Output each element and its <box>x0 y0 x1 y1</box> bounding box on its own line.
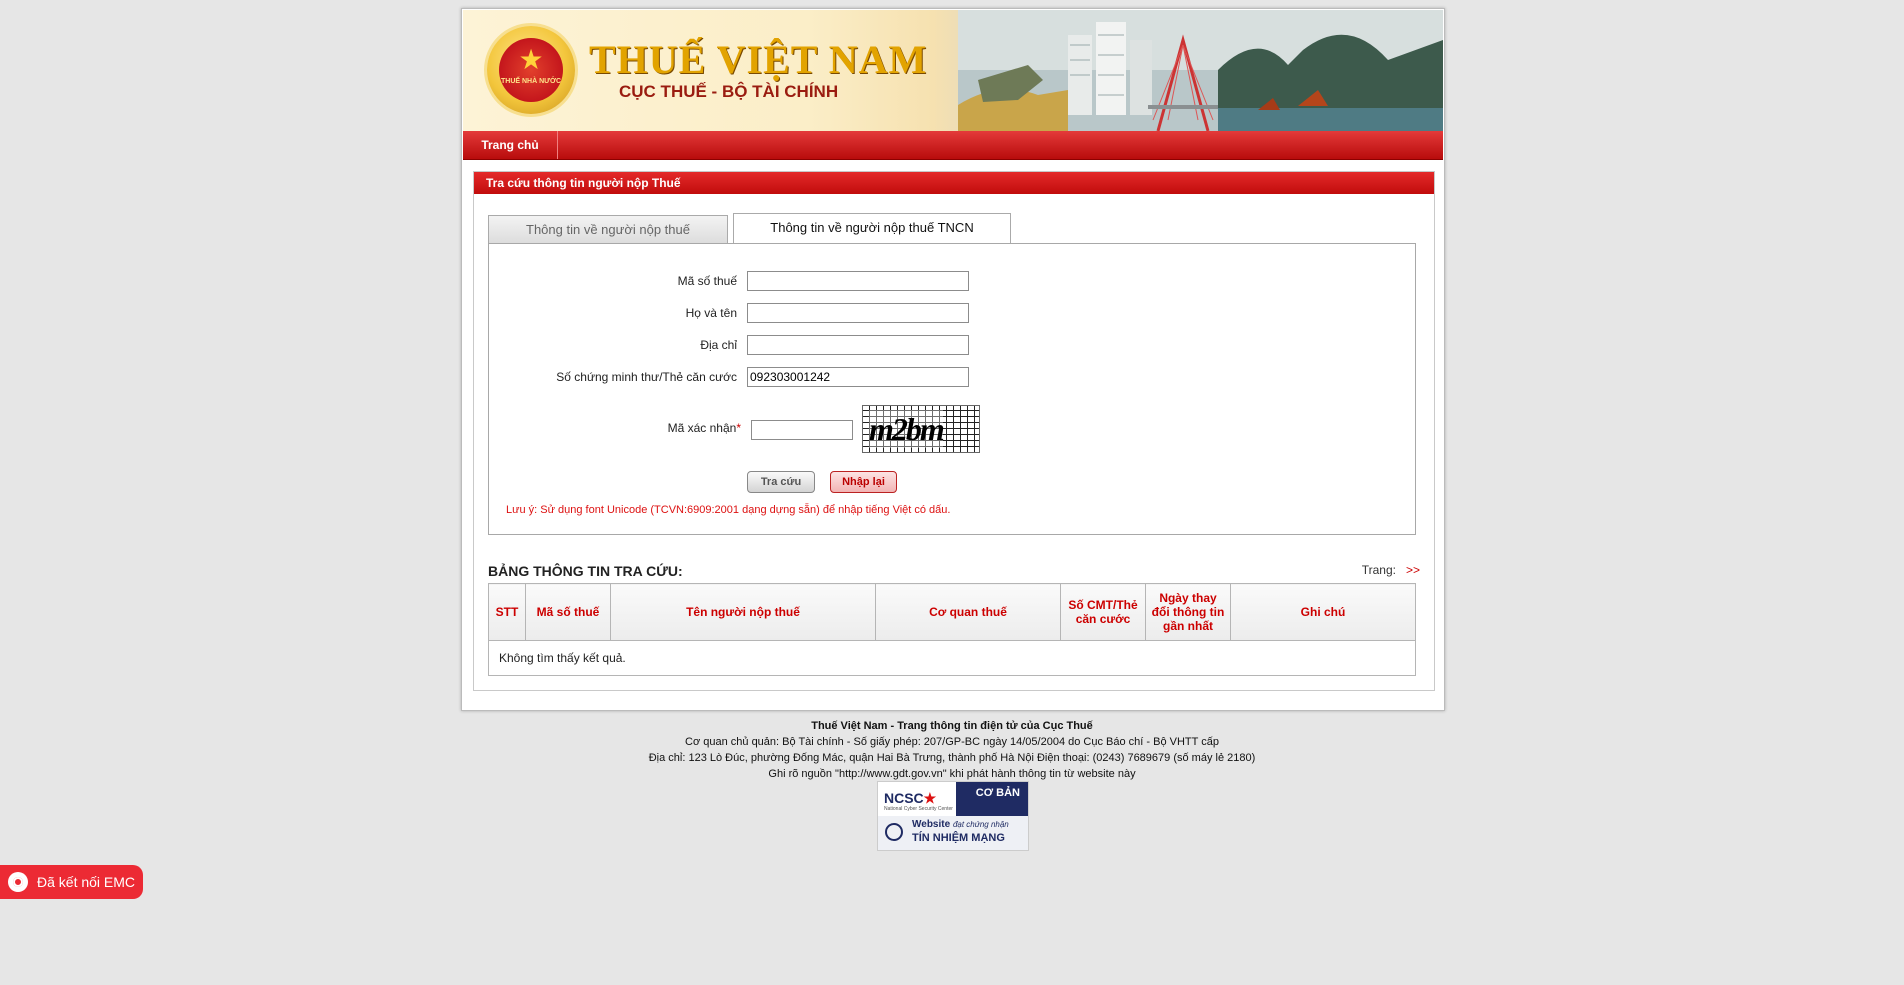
emc-label: Đã kết nối EMC <box>37 874 136 890</box>
ncsc-trust-badge[interactable]: NCSC★ National Cyber Security Center CƠ … <box>877 781 1029 851</box>
site-subtitle: CỤC THUẾ - BỘ TÀI CHÍNH <box>619 82 839 101</box>
col-notes: Ghi chú <box>1230 583 1416 641</box>
lookup-panel: Tra cứu thông tin người nộp Thuế Thông t… <box>473 171 1435 691</box>
footer-source-note: Ghi rõ nguồn "http://www.gdt.gov.vn" khi… <box>768 768 1136 780</box>
tax-code-input[interactable] <box>747 271 969 291</box>
footer: Thuế Việt Nam - Trang thông tin điện tử … <box>461 718 1443 782</box>
col-stt: STT <box>488 583 526 641</box>
ncsc-line1: Website đạt chứng nhận <box>912 819 1009 830</box>
captcha-input[interactable] <box>751 420 853 440</box>
ncsc-line2: TÍN NHIỆM MẠNG <box>912 832 1005 844</box>
ncsc-tagline: National Cyber Security Center <box>884 806 953 812</box>
ncsc-logo: NCSC★ <box>884 790 937 806</box>
page-label: Trang: <box>1361 563 1396 577</box>
address-label: Địa chỉ <box>700 338 737 352</box>
empty-result-message: Không tìm thấy kết quả. <box>488 640 1416 676</box>
site-title: THUẾ VIỆT NAM <box>589 37 928 82</box>
col-tax-office: Cơ quan thuế <box>875 583 1061 641</box>
full-name-input[interactable] <box>747 303 969 323</box>
captcha-image: m2bm <box>862 405 980 453</box>
table-row: Không tìm thấy kết quả. <box>488 640 1416 676</box>
emc-status-button[interactable]: Đã kết nối EMC <box>0 865 143 899</box>
nav-home-link[interactable]: Trang chủ <box>463 131 558 159</box>
star-icon: ★ <box>923 790 937 806</box>
address-input[interactable] <box>747 335 969 355</box>
next-page-link[interactable]: >> <box>1406 563 1420 577</box>
tax-emblem-logo: ★ THUẾ NHÀ NƯỚC <box>487 26 575 114</box>
footer-address: Địa chỉ: 123 Lò Đúc, phường Đống Mác, qu… <box>648 752 1256 764</box>
tab-taxpayer-info[interactable]: Thông tin về người nộp thuế <box>488 215 728 244</box>
page-container: ★ THUẾ NHÀ NƯỚC THUẾ VIỆT NAM CỤC THUẾ -… <box>461 8 1445 711</box>
lookup-form: Mã số thuế Họ và tên Địa chỉ Số chứng mi… <box>488 243 1416 535</box>
id-number-label: Số chứng minh thư/Thẻ căn cước <box>556 370 737 384</box>
panel-header: Tra cứu thông tin người nộp Thuế <box>474 172 1434 194</box>
col-tax-code: Mã số thuế <box>525 583 611 641</box>
table-header-row: STT Mã số thuế Tên người nộp thuế Cơ qua… <box>488 583 1416 641</box>
col-id-number: Số CMT/Thẻ căn cước <box>1060 583 1146 641</box>
footer-title: Thuế Việt Nam - Trang thông tin điện tử … <box>811 720 1093 732</box>
site-banner: ★ THUẾ NHÀ NƯỚC THUẾ VIỆT NAM CỤC THUẾ -… <box>463 10 1443 131</box>
captcha-label-text: Mã xác nhận <box>667 421 737 435</box>
tax-code-label: Mã số thuế <box>677 274 737 288</box>
ncsc-level: CƠ BẢN <box>975 787 1020 799</box>
pager: Trang: >> <box>1362 563 1420 577</box>
col-taxpayer-name: Tên người nộp thuế <box>610 583 876 641</box>
required-marker: * <box>736 421 741 435</box>
emblem-text: THUẾ NHÀ NƯỚC <box>501 78 561 85</box>
eye-icon <box>8 872 28 892</box>
tab-personal-income-taxpayer-info[interactable]: Thông tin về người nộp thuế TNCN <box>733 213 1011 244</box>
search-button[interactable]: Tra cứu <box>747 471 815 493</box>
full-name-label: Họ và tên <box>685 306 737 320</box>
main-navbar: Trang chủ <box>463 131 1443 160</box>
results-table: STT Mã số thuế Tên người nộp thuế Cơ qua… <box>488 583 1416 676</box>
panel-title: Tra cứu thông tin người nộp Thuế <box>486 176 681 190</box>
id-number-input[interactable] <box>747 367 969 387</box>
results-title: BẢNG THÔNG TIN TRA CỨU: <box>488 563 683 579</box>
reset-button[interactable]: Nhập lại <box>830 471 897 493</box>
banner-scenery-image <box>958 10 1443 131</box>
globe-icon <box>885 823 903 841</box>
captcha-label: Mã xác nhận* <box>501 421 741 435</box>
captcha-image-text: m2bm <box>869 410 945 448</box>
footer-agency: Cơ quan chủ quản: Bộ Tài chính - Số giấy… <box>685 736 1219 748</box>
col-last-updated: Ngày thay đổi thông tin gần nhất <box>1145 583 1231 641</box>
unicode-note: Lưu ý: Sử dụng font Unicode (TCVN:6909:2… <box>506 504 951 516</box>
